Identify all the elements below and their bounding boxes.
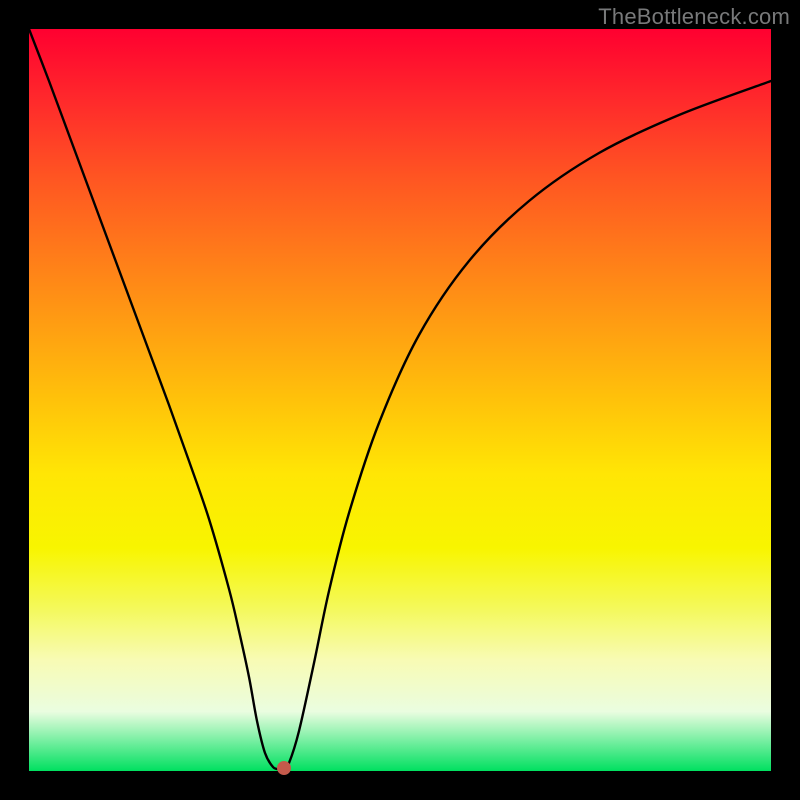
watermark-text: TheBottleneck.com: [598, 4, 790, 30]
minimum-marker: [277, 761, 291, 775]
plot-area: [29, 29, 771, 771]
chart-frame: TheBottleneck.com: [0, 0, 800, 800]
bottleneck-curve: [29, 29, 771, 771]
